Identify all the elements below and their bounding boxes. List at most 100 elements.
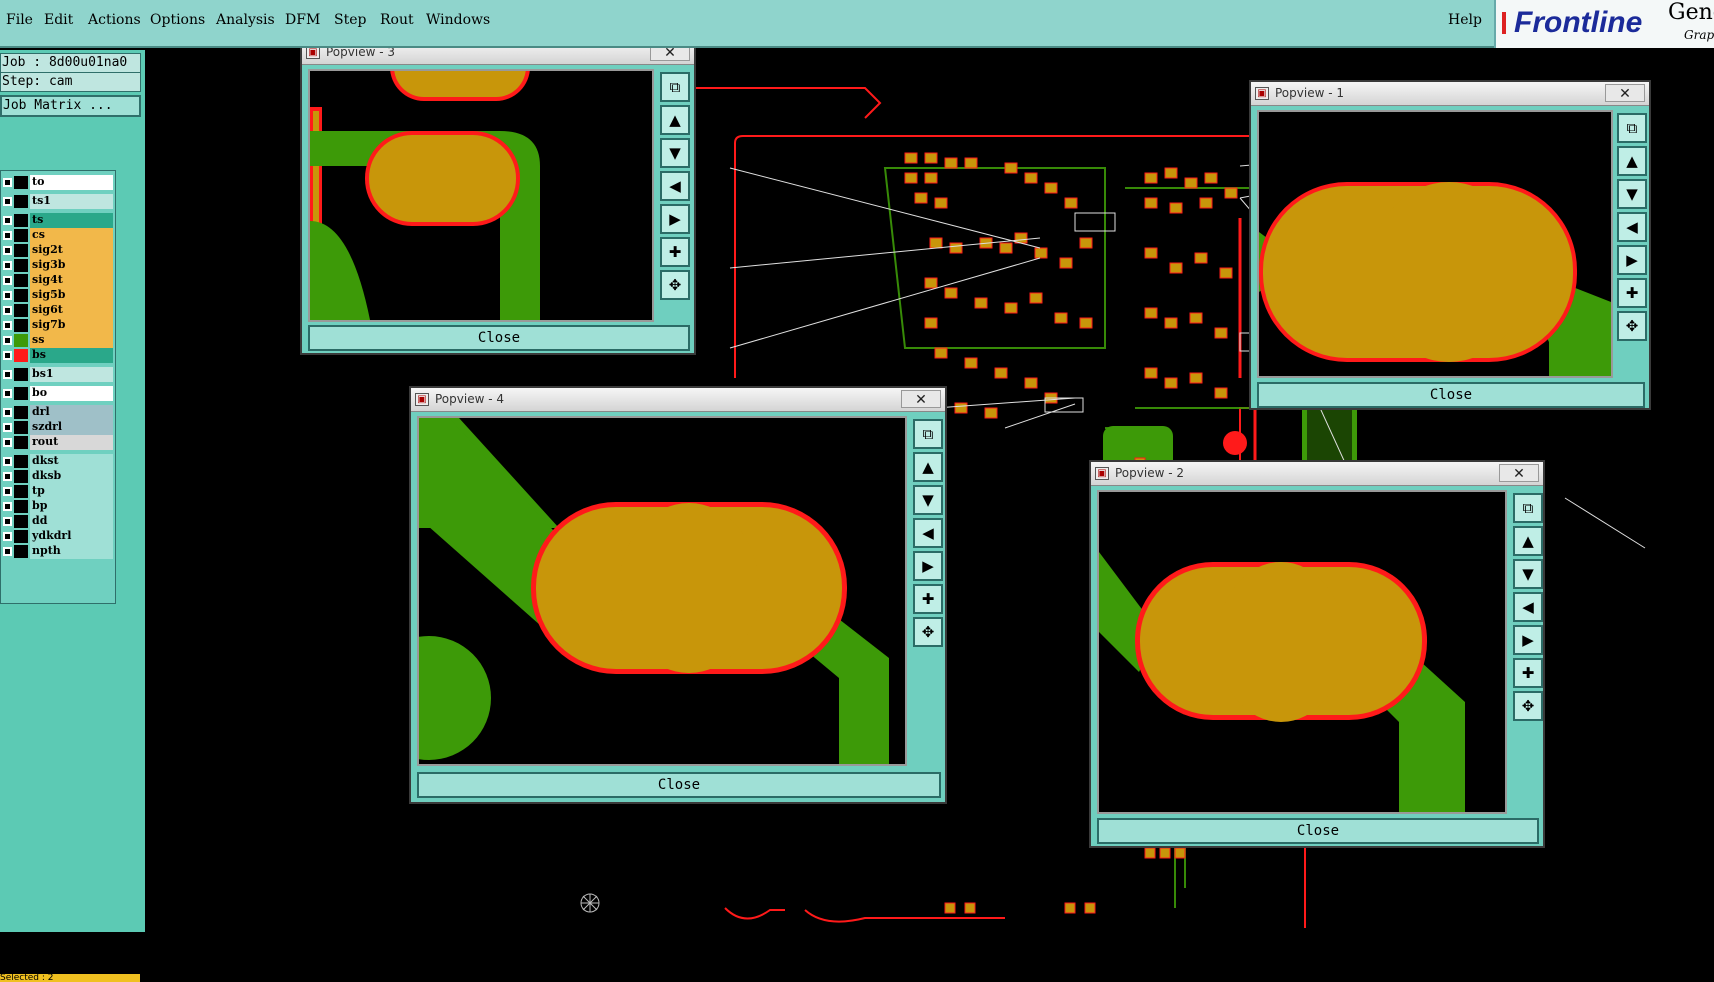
layer-row-dkst[interactable]: dkst xyxy=(1,454,115,469)
layer-checkbox[interactable] xyxy=(3,408,12,417)
popview-4-titlebar[interactable]: ▣ Popview - 4 ✕ xyxy=(411,388,945,412)
job-matrix-button[interactable]: Job Matrix ... xyxy=(0,95,141,117)
layer-checkbox[interactable] xyxy=(3,336,12,345)
layer-row-dd[interactable]: dd xyxy=(1,514,115,529)
zoom-out-icon[interactable]: ✥ xyxy=(1617,311,1647,341)
layer-row-rout[interactable]: rout xyxy=(1,435,115,450)
layer-checkbox[interactable] xyxy=(3,547,12,556)
popview-1-titlebar[interactable]: ▣ Popview - 1 ✕ xyxy=(1251,82,1649,106)
menu-dfm[interactable]: DFM xyxy=(285,12,320,28)
popview-4-close-button[interactable]: Close xyxy=(417,772,941,798)
layer-row-sig2t[interactable]: sig2t xyxy=(1,243,115,258)
layer-checkbox[interactable] xyxy=(3,487,12,496)
layer-row-bo[interactable]: bo xyxy=(1,386,115,401)
menu-edit[interactable]: Edit xyxy=(44,12,73,28)
layer-checkbox[interactable] xyxy=(3,216,12,225)
layer-checkbox[interactable] xyxy=(3,321,12,330)
zoom-fit-icon[interactable]: ⧉ xyxy=(913,419,943,449)
menu-windows[interactable]: Windows xyxy=(426,12,490,28)
layer-row-sig6t[interactable]: sig6t xyxy=(1,303,115,318)
popview-4-view[interactable] xyxy=(417,416,907,766)
pan-right-icon[interactable]: ▶ xyxy=(660,204,690,234)
zoom-in-icon[interactable]: ✚ xyxy=(913,584,943,614)
layer-checkbox[interactable] xyxy=(3,351,12,360)
pan-down-icon[interactable]: ▼ xyxy=(660,138,690,168)
menu-step[interactable]: Step xyxy=(334,12,366,28)
menu-file[interactable]: File xyxy=(6,12,33,28)
layer-checkbox[interactable] xyxy=(3,457,12,466)
zoom-in-icon[interactable]: ✚ xyxy=(1617,278,1647,308)
layer-checkbox[interactable] xyxy=(3,389,12,398)
layer-checkbox[interactable] xyxy=(3,532,12,541)
pan-right-icon[interactable]: ▶ xyxy=(913,551,943,581)
layer-row-sig3b[interactable]: sig3b xyxy=(1,258,115,273)
layer-checkbox[interactable] xyxy=(3,517,12,526)
layer-checkbox[interactable] xyxy=(3,306,12,315)
pan-left-icon[interactable]: ◀ xyxy=(1513,592,1543,622)
layer-checkbox[interactable] xyxy=(3,291,12,300)
pan-down-icon[interactable]: ▼ xyxy=(1513,559,1543,589)
zoom-fit-icon[interactable]: ⧉ xyxy=(660,72,690,102)
layer-row-bs[interactable]: bs xyxy=(1,348,115,363)
pan-up-icon[interactable]: ▲ xyxy=(913,452,943,482)
pan-left-icon[interactable]: ◀ xyxy=(913,518,943,548)
layer-checkbox[interactable] xyxy=(3,231,12,240)
close-icon[interactable]: ✕ xyxy=(901,390,941,408)
popview-1-view[interactable] xyxy=(1257,110,1613,378)
pan-up-icon[interactable]: ▲ xyxy=(660,105,690,135)
layer-checkbox[interactable] xyxy=(3,276,12,285)
layer-row-bs1[interactable]: bs1 xyxy=(1,367,115,382)
layer-checkbox[interactable] xyxy=(3,246,12,255)
pan-left-icon[interactable]: ◀ xyxy=(660,171,690,201)
pan-left-icon[interactable]: ◀ xyxy=(1617,212,1647,242)
layer-row-szdrl[interactable]: szdrl xyxy=(1,420,115,435)
zoom-fit-icon[interactable]: ⧉ xyxy=(1617,113,1647,143)
layer-checkbox[interactable] xyxy=(3,502,12,511)
layer-checkbox[interactable] xyxy=(3,197,12,206)
zoom-out-icon[interactable]: ✥ xyxy=(1513,691,1543,721)
layer-checkbox[interactable] xyxy=(3,472,12,481)
layer-checkbox[interactable] xyxy=(3,370,12,379)
layer-checkbox[interactable] xyxy=(3,261,12,270)
layer-row-ss[interactable]: ss xyxy=(1,333,115,348)
menu-actions[interactable]: Actions xyxy=(88,12,141,28)
layer-row-ydkdrl[interactable]: ydkdrl xyxy=(1,529,115,544)
zoom-in-icon[interactable]: ✚ xyxy=(1513,658,1543,688)
zoom-out-icon[interactable]: ✥ xyxy=(660,270,690,300)
zoom-out-icon[interactable]: ✥ xyxy=(913,617,943,647)
popview-3-view[interactable] xyxy=(308,69,654,322)
layer-row-drl[interactable]: drl xyxy=(1,405,115,420)
layer-row-tp[interactable]: tp xyxy=(1,484,115,499)
pan-up-icon[interactable]: ▲ xyxy=(1617,146,1647,176)
layer-row-sig7b[interactable]: sig7b xyxy=(1,318,115,333)
layer-row-ts[interactable]: ts xyxy=(1,213,115,228)
popview-2-view[interactable] xyxy=(1097,490,1507,814)
pan-down-icon[interactable]: ▼ xyxy=(1617,179,1647,209)
layer-checkbox[interactable] xyxy=(3,423,12,432)
layer-row-sig4t[interactable]: sig4t xyxy=(1,273,115,288)
popview-2-titlebar[interactable]: ▣ Popview - 2 ✕ xyxy=(1091,462,1543,486)
menu-rout[interactable]: Rout xyxy=(380,12,414,28)
layer-row-cs[interactable]: cs xyxy=(1,228,115,243)
layer-row-dksb[interactable]: dksb xyxy=(1,469,115,484)
layer-row-to[interactable]: to xyxy=(1,175,115,190)
zoom-fit-icon[interactable]: ⧉ xyxy=(1513,493,1543,523)
layer-row-ts1[interactable]: ts1 xyxy=(1,194,115,209)
layer-checkbox[interactable] xyxy=(3,438,12,447)
layer-checkbox[interactable] xyxy=(3,178,12,187)
pan-up-icon[interactable]: ▲ xyxy=(1513,526,1543,556)
zoom-in-icon[interactable]: ✚ xyxy=(660,237,690,267)
popview-3-titlebar[interactable]: ▣ Popview - 3 ✕ xyxy=(302,48,694,65)
close-icon[interactable]: ✕ xyxy=(1499,464,1539,482)
close-icon[interactable]: ✕ xyxy=(650,48,690,61)
pcb-canvas[interactable]: ▣ Popview - 3 ✕ ⧉ ▲ ▼ ◀ ▶ ✚ ✥ Close ▣ Po… xyxy=(145,48,1714,932)
popview-1-close-button[interactable]: Close xyxy=(1257,382,1645,408)
menu-analysis[interactable]: Analysis xyxy=(216,12,275,28)
popview-3-close-button[interactable]: Close xyxy=(308,325,690,351)
pan-right-icon[interactable]: ▶ xyxy=(1617,245,1647,275)
layer-row-sig5b[interactable]: sig5b xyxy=(1,288,115,303)
layer-row-npth[interactable]: npth xyxy=(1,544,115,559)
layer-row-bp[interactable]: bp xyxy=(1,499,115,514)
pan-down-icon[interactable]: ▼ xyxy=(913,485,943,515)
pan-right-icon[interactable]: ▶ xyxy=(1513,625,1543,655)
